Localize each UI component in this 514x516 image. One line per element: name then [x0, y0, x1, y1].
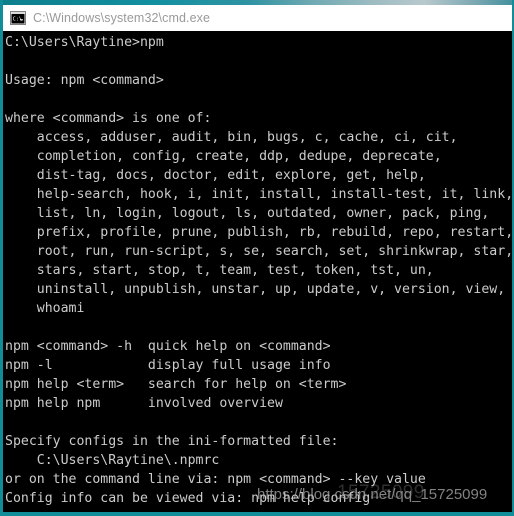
cmd-console-icon: C:\	[10, 11, 26, 25]
window-title-text: C:\Windows\system32\cmd.exe	[33, 11, 211, 25]
console-text: C:\Users\Raytine>npm Usage: npm <command…	[5, 35, 512, 506]
window-titlebar[interactable]: C:\ C:\Windows\system32\cmd.exe	[3, 5, 512, 31]
cmd-window[interactable]: C:\ C:\Windows\system32\cmd.exe C:\Users…	[0, 0, 514, 516]
console-output-area[interactable]: C:\Users\Raytine>npm Usage: npm <command…	[3, 31, 512, 512]
desktop-accent-strip	[3, 0, 512, 5]
